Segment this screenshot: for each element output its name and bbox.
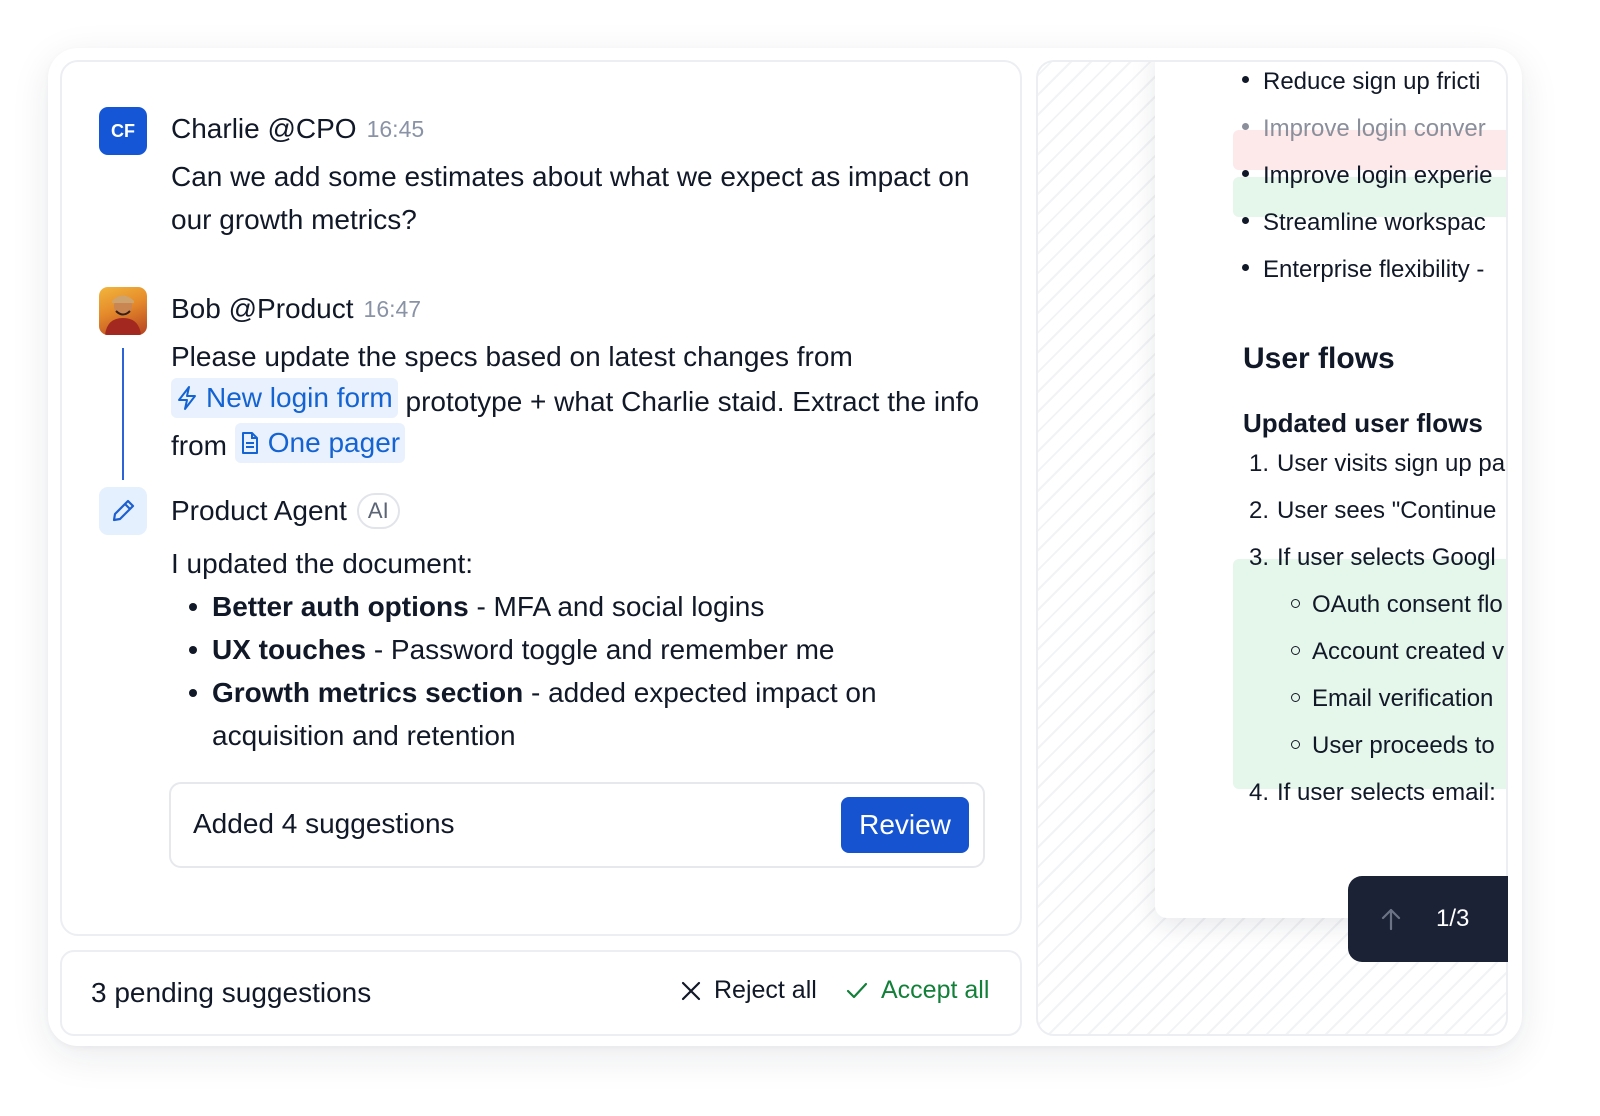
step-number: 2.	[1249, 497, 1270, 524]
message-time: 16:47	[363, 295, 422, 322]
pencil-icon	[112, 499, 135, 522]
pending-suggestions-bar: 3 pending suggestions Reject all Accept …	[60, 950, 1022, 1036]
message-header: Bob @Product 16:47	[171, 293, 421, 325]
goal-item-added: Improve login experie	[1242, 162, 1506, 190]
avatar-initials: CF	[111, 120, 135, 141]
message-text: Please update the specs based on latest …	[171, 335, 981, 467]
suggestion-pager: 1/3	[1348, 876, 1508, 962]
flow-substep: Email verification	[1291, 685, 1506, 713]
prototype-link-label: New login form	[206, 382, 393, 413]
list-item: UX touches - Password toggle and remembe…	[171, 628, 951, 671]
goal-text: Improve login conver	[1263, 115, 1486, 142]
goal-item: Reduce sign up fricti	[1242, 68, 1506, 96]
flow-step: 2. User sees "Continue	[1249, 497, 1506, 525]
chat-panel: CF Charlie @CPO 16:45 Can we add some es…	[60, 60, 1022, 936]
ai-badge: AI	[356, 493, 400, 529]
list-item-title: Better auth options	[212, 591, 469, 622]
substep-text: Email verification	[1312, 685, 1494, 712]
list-item-desc: - Password toggle and remember me	[373, 634, 835, 665]
message-header: Product Agent AI	[171, 493, 400, 529]
flow-step: 4. If user selects email:	[1249, 779, 1506, 807]
close-icon	[681, 981, 701, 1000]
message-charlie: CF Charlie @CPO 16:45 Can we add some es…	[99, 107, 979, 247]
goal-item: Streamline workspac	[1242, 209, 1506, 237]
pending-count: 3 pending suggestions	[91, 977, 372, 1008]
step-number: 3.	[1249, 544, 1270, 571]
avatar[interactable]	[99, 287, 147, 335]
goal-text: Streamline workspac	[1263, 209, 1486, 236]
list-item-title: UX touches	[212, 634, 367, 665]
message-text: Can we add some estimates about what we …	[171, 161, 970, 235]
avatar[interactable]: CF	[99, 107, 147, 155]
flow-substep: User proceeds to	[1291, 732, 1506, 760]
document-link-label: One pager	[267, 427, 401, 458]
document-link[interactable]: One pager	[234, 423, 406, 463]
lightning-icon	[178, 386, 196, 410]
author-name[interactable]: Bob @Product	[171, 293, 354, 325]
list-item-title: Growth metrics section	[212, 677, 524, 708]
app-window: CF Charlie @CPO 16:45 Can we add some es…	[48, 48, 1522, 1046]
message-intro: I updated the document:	[171, 548, 473, 579]
message-text: I updated the document: Better auth opti…	[171, 542, 951, 757]
flow-substep: Account created v	[1291, 638, 1506, 666]
document-icon	[241, 432, 258, 454]
pager-count: 1/3	[1436, 905, 1470, 932]
subsection-heading: Updated user flows	[1243, 408, 1483, 438]
step-text: User visits sign up pa	[1277, 450, 1506, 477]
flow-step: 1. User visits sign up pa	[1249, 450, 1506, 478]
document-page[interactable]: Reduce sign up fricti Improve login conv…	[1155, 62, 1506, 918]
suggestions-count: Added 4 suggestions	[193, 808, 455, 839]
section-heading: User flows	[1243, 342, 1395, 375]
list-item-desc: - MFA and social logins	[476, 591, 765, 622]
step-text: If user selects email:	[1277, 779, 1496, 806]
message-time: 16:45	[366, 115, 425, 142]
check-icon	[846, 982, 868, 998]
message-text-part: Please update the specs based on latest …	[171, 341, 853, 372]
goal-text: Enterprise flexibility -	[1263, 256, 1485, 283]
list-item: Better auth options - MFA and social log…	[171, 585, 951, 628]
goal-item-removed: Improve login conver	[1242, 115, 1506, 143]
goal-item: Enterprise flexibility -	[1242, 256, 1506, 284]
prototype-link[interactable]: New login form	[171, 378, 398, 418]
substep-text: Account created v	[1312, 638, 1505, 665]
avatar[interactable]	[99, 487, 147, 535]
flow-step: 3. If user selects Googl	[1249, 544, 1506, 572]
review-button[interactable]: Review	[841, 797, 969, 853]
suggestions-card: Added 4 suggestions Review	[169, 782, 985, 868]
step-number: 4.	[1249, 779, 1270, 806]
author-name[interactable]: Charlie @CPO	[171, 113, 357, 145]
step-text: User sees "Continue	[1277, 497, 1497, 524]
step-number: 1.	[1249, 450, 1270, 477]
avatar-photo-icon	[105, 295, 141, 335]
reject-all-button[interactable]: Reject all	[680, 976, 817, 1005]
author-name[interactable]: Product Agent	[171, 495, 347, 527]
message-header: Charlie @CPO 16:45	[171, 113, 424, 145]
arrow-up-icon[interactable]	[1380, 906, 1402, 932]
step-text: If user selects Googl	[1277, 544, 1496, 571]
message-bob: Bob @Product 16:47 Please update the spe…	[99, 287, 979, 467]
goal-text: Reduce sign up fricti	[1263, 68, 1481, 95]
goal-text: Improve login experie	[1263, 162, 1493, 189]
flow-substep: OAuth consent flo	[1291, 591, 1506, 619]
change-list: Better auth options - MFA and social log…	[171, 585, 951, 757]
accept-all-label: Accept all	[881, 976, 990, 1004]
substep-text: User proceeds to	[1312, 732, 1495, 759]
list-item: Growth metrics section - added expected …	[171, 671, 951, 757]
substep-text: OAuth consent flo	[1312, 591, 1503, 618]
accept-all-button[interactable]: Accept all	[845, 976, 989, 1005]
reject-all-label: Reject all	[714, 976, 817, 1004]
